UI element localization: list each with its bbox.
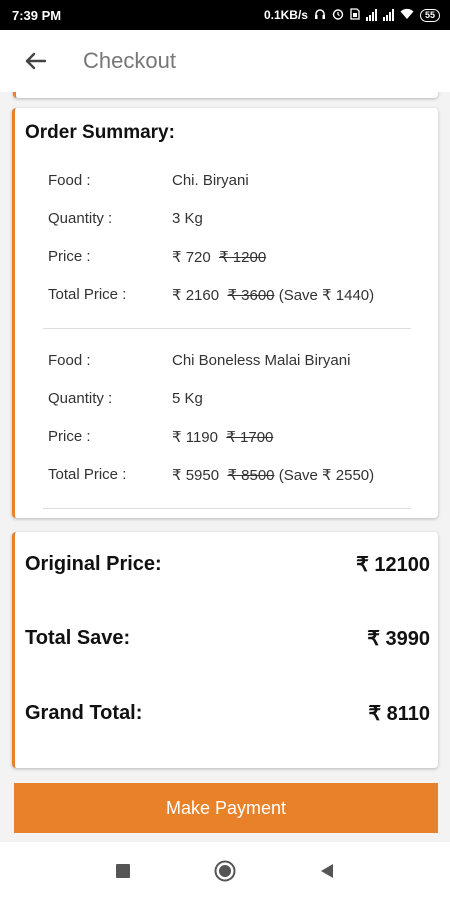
original-price-label: Original Price: [25, 552, 162, 575]
total-save-value: ₹ 3990 [367, 627, 430, 650]
total-price-label: Total Price : [48, 466, 127, 483]
total-price-row: Total Price : ₹ 5950 ₹ 8500 (Save ₹ 2550… [15, 466, 438, 490]
original-price-value: ₹ 12100 [356, 553, 430, 576]
food-row: Food : Chi Boneless Malai Biryani [15, 352, 438, 376]
save-amount: (Save ₹ 2550) [278, 467, 375, 484]
page-title: Checkout [83, 48, 176, 73]
back-button[interactable] [0, 30, 70, 92]
quantity-label: Quantity : [48, 390, 113, 407]
price-label: Price : [48, 428, 91, 445]
total-current: ₹ 2160 [172, 287, 220, 304]
quantity-value: 3 Kg [172, 210, 203, 227]
signal-icon-1 [365, 9, 377, 21]
food-row: Food : Chi. Biryani [15, 172, 438, 196]
price-row: Price : ₹ 1190 ₹ 1700 [15, 428, 438, 452]
food-label: Food : [48, 172, 91, 189]
food-value: Chi Boneless Malai Biryani [172, 352, 351, 369]
alarm-icon [332, 8, 344, 23]
status-time: 7:39 PM [12, 7, 62, 23]
food-value: Chi. Biryani [172, 172, 249, 189]
save-amount: (Save ₹ 1440) [278, 287, 375, 304]
total-original: ₹ 8500 [227, 467, 275, 484]
quantity-row: Quantity : 5 Kg [15, 390, 438, 414]
home-circle-icon [214, 860, 236, 882]
system-back-button[interactable] [312, 856, 342, 886]
price-original: ₹ 1700 [226, 429, 274, 446]
price-value: ₹ 720 ₹ 1200 [172, 248, 266, 266]
item-divider [43, 328, 411, 329]
grand-total-label: Grand Total: [25, 701, 143, 724]
headphones-icon [314, 8, 326, 23]
status-icons: 0.1KB/s 55 [263, 7, 440, 23]
price-original: ₹ 1200 [219, 249, 267, 266]
item-divider [43, 508, 411, 509]
price-row: Price : ₹ 720 ₹ 1200 [15, 248, 438, 272]
quantity-value: 5 Kg [172, 390, 203, 407]
total-price-label: Total Price : [48, 286, 127, 303]
recents-square-icon [116, 864, 130, 878]
network-speed: 0.1KB/s [263, 8, 308, 22]
total-save-label: Total Save: [25, 626, 131, 649]
wifi-icon [400, 8, 414, 23]
order-summary-title: Order Summary: [25, 122, 175, 143]
grand-total-value: ₹ 8110 [368, 702, 430, 725]
order-summary-card: Order Summary: Food : Chi. Biryani Quant… [12, 108, 438, 518]
grand-total-row: Grand Total: ₹ 8110 [25, 698, 430, 728]
total-price-value: ₹ 5950 ₹ 8500 (Save ₹ 2550) [172, 466, 374, 484]
totals-card: Original Price: ₹ 12100 Total Save: ₹ 39… [12, 532, 438, 768]
total-price-row: Total Price : ₹ 2160 ₹ 3600 (Save ₹ 1440… [15, 286, 438, 310]
checkout-content[interactable]: Order Summary: Food : Chi. Biryani Quant… [0, 92, 450, 842]
quantity-label: Quantity : [48, 210, 113, 227]
recents-button[interactable] [108, 856, 138, 886]
price-label: Price : [48, 248, 91, 265]
signal-icon-2 [382, 9, 394, 21]
status-bar: 7:39 PM 0.1KB/s 55 [0, 0, 450, 30]
battery-icon: 55 [419, 8, 440, 22]
arrow-left-icon [25, 52, 46, 70]
total-original: ₹ 3600 [227, 287, 275, 304]
total-price-value: ₹ 2160 ₹ 3600 (Save ₹ 1440) [172, 286, 374, 304]
system-nav-bar [0, 842, 450, 900]
price-value: ₹ 1190 ₹ 1700 [172, 428, 273, 446]
price-current: ₹ 1190 [172, 429, 218, 446]
total-current: ₹ 5950 [172, 467, 220, 484]
back-triangle-icon [321, 864, 333, 878]
price-current: ₹ 720 [172, 249, 211, 266]
previous-card-edge [13, 92, 438, 98]
sim-icon [350, 7, 360, 23]
total-save-row: Total Save: ₹ 3990 [25, 623, 430, 653]
quantity-row: Quantity : 3 Kg [15, 210, 438, 234]
app-bar: Checkout [0, 30, 450, 93]
original-price-row: Original Price: ₹ 12100 [25, 549, 430, 579]
food-label: Food : [48, 352, 91, 369]
make-payment-button[interactable]: Make Payment [14, 783, 438, 833]
home-button[interactable] [210, 856, 240, 886]
